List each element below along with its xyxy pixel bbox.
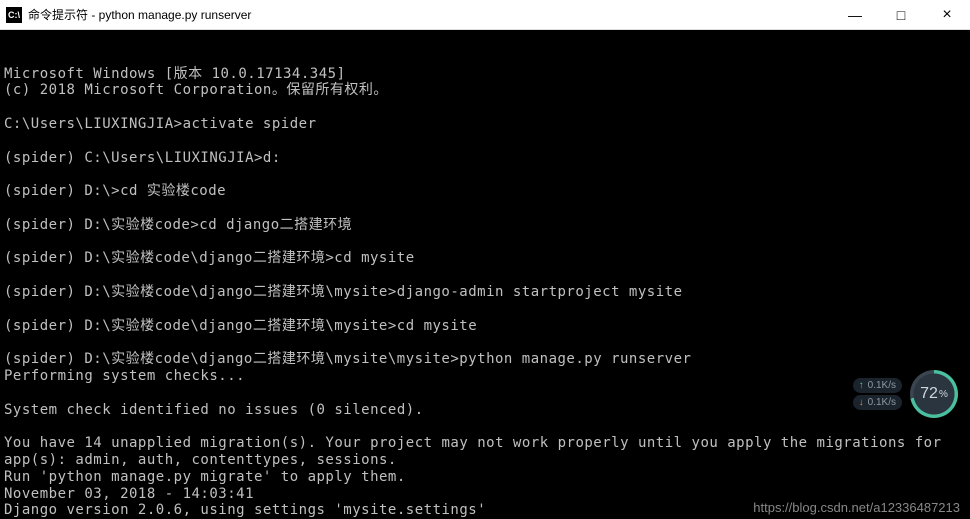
- network-stats: ↑ 0.1K/s ↓ 0.1K/s: [853, 378, 902, 410]
- upload-speed: ↑ 0.1K/s: [853, 378, 902, 393]
- terminal-output[interactable]: Microsoft Windows [版本 10.0.17134.345] (c…: [0, 30, 970, 519]
- cmd-icon: C:\: [6, 7, 22, 23]
- titlebar-left: C:\ 命令提示符 - python manage.py runserver: [0, 6, 251, 23]
- watermark-text: https://blog.csdn.net/a12336487213: [753, 500, 960, 515]
- gauge-unit: %: [939, 389, 948, 400]
- gauge-value: 72: [920, 385, 938, 403]
- upload-value: 0.1K/s: [868, 380, 896, 391]
- terminal-content: Microsoft Windows [版本 10.0.17134.345] (c…: [4, 66, 966, 519]
- system-monitor-overlay: ↑ 0.1K/s ↓ 0.1K/s 72%: [853, 370, 958, 418]
- maximize-button[interactable]: □: [878, 0, 924, 29]
- arrow-down-icon: ↓: [859, 397, 864, 408]
- minimize-button[interactable]: —: [832, 0, 878, 29]
- window-title: 命令提示符 - python manage.py runserver: [28, 6, 251, 23]
- download-value: 0.1K/s: [868, 397, 896, 408]
- download-speed: ↓ 0.1K/s: [853, 395, 902, 410]
- window-titlebar: C:\ 命令提示符 - python manage.py runserver —…: [0, 0, 970, 30]
- usage-gauge[interactable]: 72%: [910, 370, 958, 418]
- window-controls: — □ ×: [832, 0, 970, 29]
- arrow-up-icon: ↑: [859, 380, 864, 391]
- close-button[interactable]: ×: [924, 0, 970, 29]
